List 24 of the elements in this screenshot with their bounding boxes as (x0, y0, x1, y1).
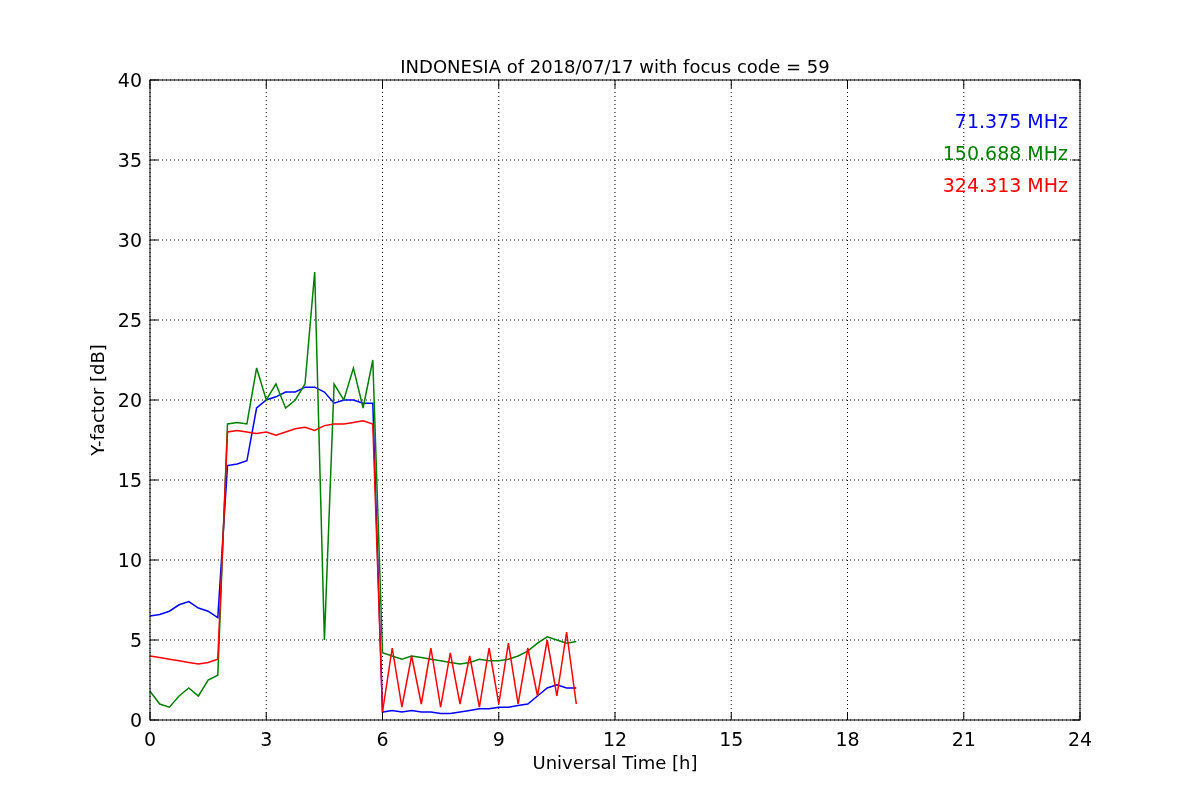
y-tick-label: 10 (117, 549, 142, 571)
chart-title: INDONESIA of 2018/07/17 with focus code = 59 (400, 56, 830, 77)
legend-label: 71.375 MHz (954, 110, 1068, 132)
y-tick-label: 30 (117, 229, 142, 251)
y-tick-label: 0 (129, 709, 142, 731)
x-tick-label: 3 (260, 728, 273, 750)
y-tick-label: 5 (129, 629, 142, 651)
x-tick-label: 6 (376, 728, 389, 750)
x-axis-label: Universal Time [h] (532, 752, 698, 773)
x-tick-label: 18 (835, 728, 860, 750)
x-tick-label: 9 (492, 728, 505, 750)
y-tick-label: 20 (117, 389, 142, 411)
y-tick-label: 25 (117, 309, 142, 331)
legend-label: 150.688 MHz (942, 142, 1068, 164)
x-tick-label: 12 (602, 728, 628, 750)
y-tick-label: 15 (117, 469, 142, 491)
x-tick-label: 21 (951, 728, 976, 750)
x-tick-label: 24 (1067, 728, 1093, 750)
y-axis-label: Y-factor [dB] (87, 344, 108, 456)
y-tick-label: 35 (117, 149, 142, 171)
x-tick-label: 15 (719, 728, 744, 750)
legend-label: 324.313 MHz (942, 174, 1068, 196)
x-tick-label: 0 (143, 728, 157, 750)
y-tick-label: 40 (117, 69, 142, 91)
